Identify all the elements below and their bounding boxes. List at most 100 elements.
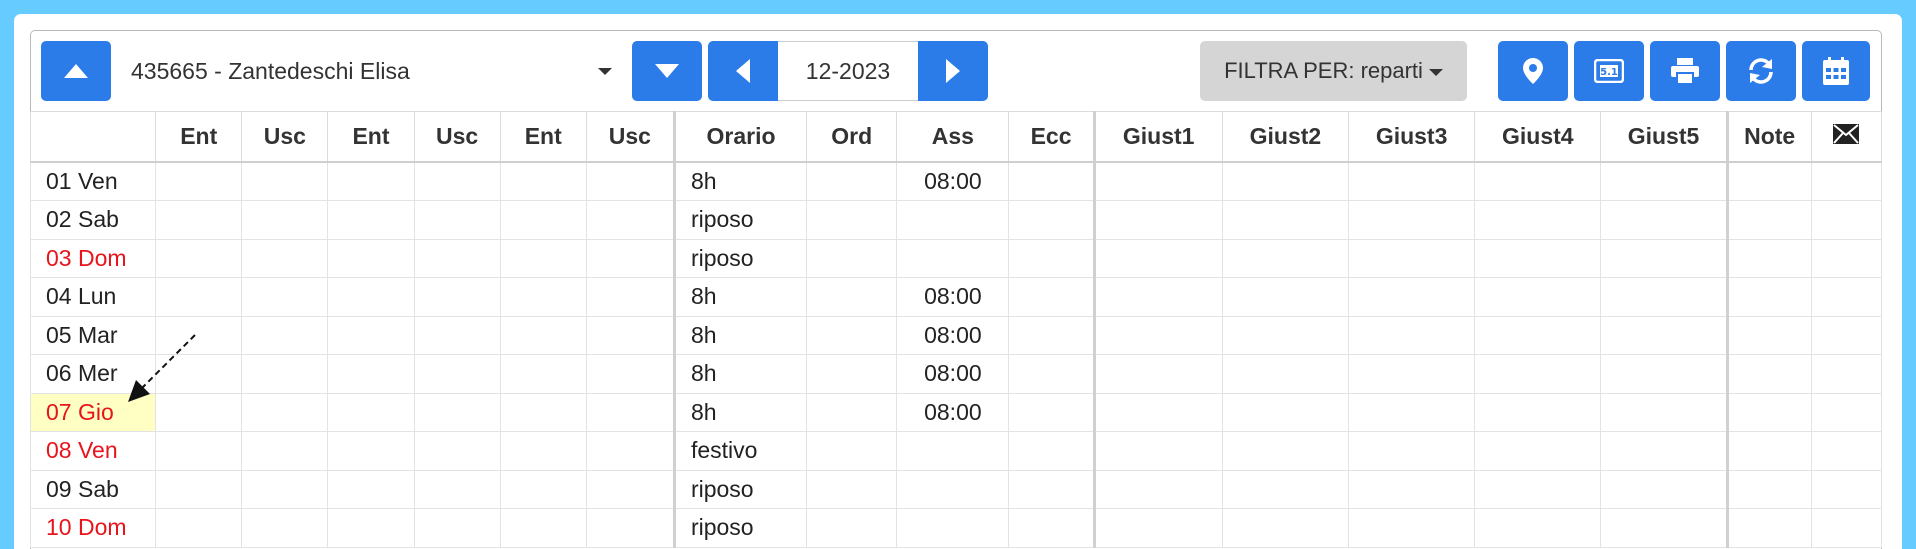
empty-cell[interactable] [499, 238, 587, 278]
empty-cell[interactable] [1600, 469, 1729, 509]
empty-cell[interactable] [1221, 431, 1350, 471]
next-employee-button[interactable] [632, 41, 702, 101]
empty-cell[interactable] [413, 508, 501, 548]
empty-cell[interactable] [1810, 315, 1883, 355]
empty-cell[interactable] [806, 315, 898, 355]
empty-cell[interactable] [155, 508, 243, 548]
empty-cell[interactable] [327, 392, 415, 432]
empty-cell[interactable] [1810, 431, 1883, 471]
empty-cell[interactable] [1221, 238, 1350, 278]
empty-cell[interactable] [1810, 508, 1883, 548]
empty-cell[interactable] [1347, 354, 1476, 394]
ass-cell[interactable]: 08:00 [896, 315, 1010, 355]
day-cell[interactable]: 09 Sab [29, 469, 157, 509]
empty-cell[interactable] [1008, 315, 1096, 355]
empty-cell[interactable] [1093, 392, 1223, 432]
empty-cell[interactable] [1347, 161, 1476, 201]
empty-cell[interactable] [327, 469, 415, 509]
empty-cell[interactable] [1347, 277, 1476, 317]
empty-cell[interactable] [413, 431, 501, 471]
empty-cell[interactable] [1221, 161, 1350, 201]
empty-cell[interactable] [1726, 277, 1812, 317]
empty-cell[interactable] [585, 200, 676, 240]
empty-cell[interactable] [1093, 508, 1223, 548]
print-button[interactable] [1650, 41, 1720, 101]
ass-cell[interactable]: 08:00 [896, 354, 1010, 394]
empty-cell[interactable] [241, 161, 329, 201]
empty-cell[interactable] [1093, 161, 1223, 201]
empty-cell[interactable] [241, 431, 329, 471]
empty-cell[interactable] [585, 469, 676, 509]
empty-cell[interactable] [1347, 508, 1476, 548]
prev-employee-button[interactable] [41, 41, 111, 101]
empty-cell[interactable] [1810, 161, 1883, 201]
empty-cell[interactable] [1221, 392, 1350, 432]
empty-cell[interactable] [1008, 431, 1096, 471]
empty-cell[interactable] [499, 354, 587, 394]
empty-cell[interactable] [1726, 161, 1812, 201]
empty-cell[interactable] [1810, 200, 1883, 240]
empty-cell[interactable] [413, 469, 501, 509]
empty-cell[interactable] [1600, 431, 1729, 471]
empty-cell[interactable] [1600, 277, 1729, 317]
empty-cell[interactable] [155, 469, 243, 509]
empty-cell[interactable] [241, 392, 329, 432]
ass-cell[interactable]: 08:00 [896, 277, 1010, 317]
empty-cell[interactable] [585, 161, 676, 201]
empty-cell[interactable] [1008, 161, 1096, 201]
empty-cell[interactable] [1600, 315, 1729, 355]
empty-cell[interactable] [1474, 315, 1602, 355]
empty-cell[interactable] [585, 508, 676, 548]
empty-cell[interactable] [241, 238, 329, 278]
empty-cell[interactable] [1221, 315, 1350, 355]
empty-cell[interactable] [806, 277, 898, 317]
orario-cell[interactable]: riposo [673, 238, 808, 278]
empty-cell[interactable] [413, 315, 501, 355]
empty-cell[interactable] [1474, 508, 1602, 548]
empty-cell[interactable] [1347, 392, 1476, 432]
day-cell[interactable]: 04 Lun [29, 277, 157, 317]
ass-cell[interactable]: 08:00 [896, 161, 1010, 201]
empty-cell[interactable] [585, 277, 676, 317]
empty-cell[interactable] [585, 431, 676, 471]
empty-cell[interactable] [1600, 200, 1729, 240]
empty-cell[interactable] [806, 238, 898, 278]
empty-cell[interactable] [1726, 200, 1812, 240]
empty-cell[interactable] [327, 200, 415, 240]
empty-cell[interactable] [499, 161, 587, 201]
empty-cell[interactable] [806, 392, 898, 432]
empty-cell[interactable] [499, 431, 587, 471]
empty-cell[interactable] [1008, 354, 1096, 394]
empty-cell[interactable] [327, 431, 415, 471]
empty-cell[interactable] [327, 354, 415, 394]
empty-cell[interactable] [806, 354, 898, 394]
empty-cell[interactable] [1474, 354, 1602, 394]
ass-cell[interactable]: 08:00 [896, 392, 1010, 432]
empty-cell[interactable] [1600, 161, 1729, 201]
orario-cell[interactable]: 8h [673, 392, 808, 432]
filter-dropdown-button[interactable]: FILTRA PER: reparti [1200, 41, 1467, 101]
empty-cell[interactable] [327, 277, 415, 317]
empty-cell[interactable] [413, 200, 501, 240]
empty-cell[interactable] [1221, 277, 1350, 317]
empty-cell[interactable] [585, 392, 676, 432]
empty-cell[interactable] [806, 200, 898, 240]
empty-cell[interactable] [1474, 431, 1602, 471]
empty-cell[interactable] [1474, 469, 1602, 509]
empty-cell[interactable] [1474, 200, 1602, 240]
empty-cell[interactable] [1008, 277, 1096, 317]
empty-cell[interactable] [1810, 392, 1883, 432]
badge-button[interactable]: 5.1 [1574, 41, 1644, 101]
empty-cell[interactable] [1474, 161, 1602, 201]
empty-cell[interactable] [327, 315, 415, 355]
empty-cell[interactable] [1474, 238, 1602, 278]
empty-cell[interactable] [155, 161, 243, 201]
empty-cell[interactable] [1600, 508, 1729, 548]
empty-cell[interactable] [499, 508, 587, 548]
day-cell[interactable]: 10 Dom [29, 508, 157, 548]
empty-cell[interactable] [1347, 431, 1476, 471]
col-header-mail[interactable] [1810, 111, 1883, 163]
empty-cell[interactable] [585, 238, 676, 278]
prev-month-button[interactable] [708, 41, 778, 101]
empty-cell[interactable] [241, 469, 329, 509]
